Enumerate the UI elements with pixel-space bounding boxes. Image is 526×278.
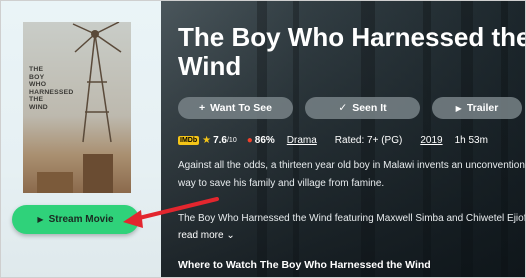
cast-line: The Boy Who Harnessed the Wind featuring…: [178, 213, 526, 224]
content-rating: Rated: 7+ (PG): [334, 134, 403, 146]
cast-description: The Boy Who Harnessed the Wind featuring…: [178, 210, 526, 244]
trailer-button[interactable]: ▶ Trailer: [432, 97, 522, 119]
where-to-watch-heading: Where to Watch The Boy Who Harnessed the…: [178, 259, 431, 271]
seen-it-button[interactable]: ✓ Seen It: [305, 97, 420, 119]
want-to-see-button[interactable]: + Want To See: [178, 97, 293, 119]
check-icon: ✓: [338, 102, 348, 114]
synopsis: Against all the odds, a thirteen year ol…: [178, 160, 526, 189]
play-icon: ▶: [37, 215, 44, 224]
plus-icon: +: [199, 102, 206, 114]
movie-poster[interactable]: THE BOY WHO HARNESSED THE WIND: [23, 22, 131, 193]
read-more-link[interactable]: read more ⌄: [178, 230, 235, 241]
stream-movie-label: Stream Movie: [48, 214, 114, 225]
imdb-logo: IMDb: [178, 135, 200, 145]
tomato-icon: ●: [246, 134, 253, 146]
chevron-down-icon: ⌄: [226, 230, 235, 241]
imdb-score: 7.6: [213, 134, 227, 146]
poster-title: THE BOY WHO HARNESSED THE WIND: [29, 66, 74, 111]
year-link[interactable]: 2019: [420, 135, 442, 146]
read-more-label: read more: [178, 230, 224, 241]
want-to-see-label: Want To See: [210, 102, 272, 114]
seen-it-label: Seen It: [352, 102, 387, 114]
imdb-scale: /10: [226, 136, 237, 144]
movie-title: The Boy Who Harnessed the Wind: [178, 22, 525, 81]
runtime: 1h 53m: [454, 134, 488, 146]
play-icon: ▶: [455, 103, 462, 113]
trailer-label: Trailer: [466, 102, 499, 114]
meta-row: IMDb ★ 7.6 /10 ● 86% Drama Rated: 7+ (PG…: [178, 133, 525, 147]
screenshot-frame: THE BOY WHO HARNESSED THE WIND ▶ Stream Movie…: [0, 0, 526, 278]
genre-link[interactable]: Drama: [287, 135, 317, 146]
star-icon: ★: [202, 134, 212, 146]
rotten-tomatoes-score: 86%: [254, 134, 275, 146]
